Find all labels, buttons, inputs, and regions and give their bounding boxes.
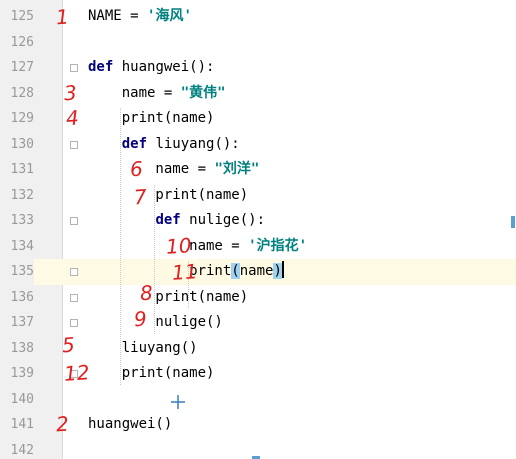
code-text[interactable]: print(name)	[88, 361, 215, 387]
code-token: print(name)	[88, 186, 249, 203]
code-text[interactable]: print(name)	[88, 183, 248, 209]
code-token: print(name)	[88, 365, 215, 381]
line-number: 132	[10, 187, 34, 203]
line-number: 138	[10, 340, 34, 356]
line-number: 134	[10, 238, 34, 254]
line-number: 127	[10, 60, 34, 75]
code-token: name	[239, 263, 274, 279]
line-number: 142	[10, 442, 34, 458]
line-number: 133	[10, 213, 34, 228]
line-number: 125	[10, 9, 34, 24]
line-number: 126	[10, 34, 34, 50]
line-number: 139	[10, 366, 34, 381]
annotation-number: 12	[63, 360, 91, 386]
code-token: huangwei():	[113, 59, 215, 75]
code-token: liuyang()	[88, 339, 198, 356]
code-token: huangwei()	[88, 416, 173, 432]
line-number: 130	[10, 136, 34, 152]
annotation-number: 8	[139, 280, 154, 305]
code-line[interactable]: 125 NAME = '海风'	[0, 4, 516, 30]
code-text[interactable]: name = "黄伟"	[88, 81, 226, 107]
scrollbar-marker	[511, 216, 515, 228]
fold-marker-icon[interactable]	[70, 140, 78, 149]
keyword-token: def	[121, 135, 148, 152]
fold-marker-icon[interactable]	[70, 217, 78, 225]
code-token: print	[88, 263, 232, 279]
code-text[interactable]: def nulige():	[88, 208, 265, 234]
annotation-number: 9	[133, 306, 148, 332]
string-token: '海风'	[147, 8, 192, 24]
code-token: name =	[88, 84, 181, 101]
indent-guide	[120, 108, 121, 385]
fold-marker-icon[interactable]	[70, 64, 78, 72]
fold-marker-icon[interactable]	[70, 268, 78, 276]
crosshair-cursor-icon	[171, 395, 185, 409]
annotation-number: 7	[133, 184, 148, 209]
code-text[interactable]: liuyang()	[88, 336, 198, 362]
indent-guide	[154, 184, 155, 334]
fold-marker-icon[interactable]	[70, 293, 78, 302]
code-line[interactable]: 134 name = '沪指花'	[0, 234, 516, 260]
code-text[interactable]: huangwei()	[88, 412, 172, 438]
code-line[interactable]: 140	[0, 387, 516, 413]
code-text[interactable]: nulige()	[88, 310, 223, 336]
code-token: nulige()	[88, 314, 223, 330]
text-caret	[281, 261, 284, 278]
line-number: 141	[10, 417, 34, 432]
line-number: 128	[10, 85, 34, 101]
annotation-number: 10	[165, 232, 193, 259]
line-number: 140	[10, 391, 34, 407]
code-line[interactable]: 131 name = "刘洋"	[0, 157, 516, 183]
code-line[interactable]: 138 liuyang()	[0, 336, 516, 362]
code-line[interactable]: 141 huangwei()	[0, 412, 516, 438]
code-text[interactable]: NAME = '海风'	[88, 4, 192, 30]
code-token: liuyang():	[147, 135, 240, 152]
annotation-number: 6	[129, 156, 144, 182]
code-text[interactable]: print(name)	[88, 285, 248, 311]
code-token: NAME =	[88, 8, 148, 24]
keyword-token: def	[88, 59, 114, 75]
string-token: "刘洋"	[214, 161, 260, 177]
matched-paren-token: )	[273, 263, 282, 279]
string-token: '沪指花'	[248, 237, 308, 254]
code-editor[interactable]: 125 NAME = '海风' 126 127 def huangwei(): 128 n…	[0, 0, 516, 459]
annotation-number: 2	[55, 411, 70, 437]
annotation-number: 4	[65, 105, 80, 131]
line-number: 137	[10, 315, 34, 330]
code-text[interactable]: def huangwei():	[88, 55, 214, 81]
annotation-number: 1	[55, 4, 70, 30]
code-line[interactable]: 132 print(name)	[0, 183, 516, 209]
code-text[interactable]: def liuyang():	[88, 132, 240, 158]
line-number: 131	[10, 162, 34, 177]
line-number: 129	[10, 111, 34, 126]
string-token: "黄伟"	[180, 84, 226, 101]
code-token: name =	[88, 161, 215, 177]
fold-marker-icon[interactable]	[70, 319, 78, 327]
code-line[interactable]: 126	[0, 30, 516, 56]
line-number: 135	[0, 259, 34, 285]
keyword-token: def	[155, 212, 181, 228]
line-number: 136	[10, 289, 34, 305]
annotation-number: 5	[61, 332, 76, 357]
annotation-number: 3	[63, 80, 78, 105]
code-token: print(name)	[88, 110, 215, 126]
code-token: nulige():	[180, 212, 266, 228]
code-text[interactable]: name = "刘洋"	[88, 157, 259, 183]
matched-paren-token: (	[231, 263, 240, 279]
annotation-number: 11	[171, 259, 199, 285]
code-token: print(name)	[88, 288, 249, 305]
code-text[interactable]: print(name)	[88, 106, 215, 132]
